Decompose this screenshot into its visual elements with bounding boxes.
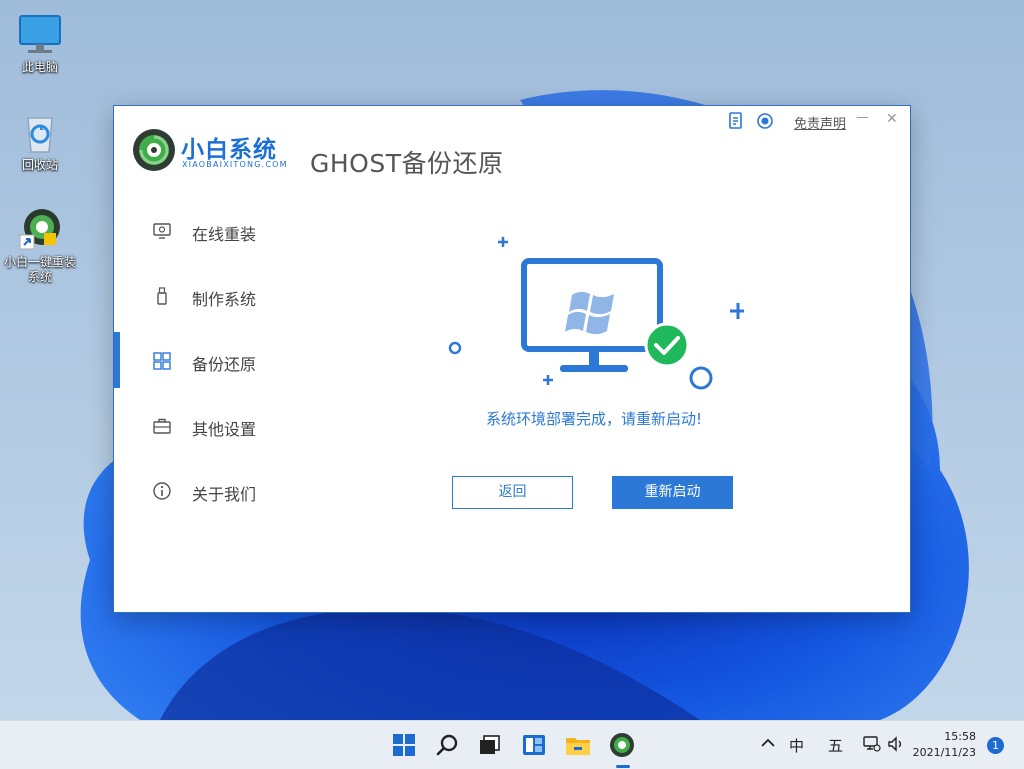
ime-input-mode-indicator[interactable]: 五 <box>828 735 843 756</box>
xiaobai-taskbar-button[interactable] <box>606 729 638 761</box>
desktop-icon-recycle-bin[interactable]: 回收站 <box>0 108 80 173</box>
ring-decoration <box>448 341 462 355</box>
plus-icon <box>730 303 744 319</box>
clock-date: 2021/11/23 <box>912 746 976 759</box>
volume-button[interactable] <box>886 734 906 754</box>
close-button[interactable]: ✕ <box>886 111 898 129</box>
widgets-button[interactable] <box>518 729 550 761</box>
search-icon <box>436 734 458 756</box>
support-icon[interactable] <box>756 112 774 130</box>
windows-start-icon <box>393 734 415 756</box>
grid-icon <box>152 351 172 371</box>
sidebar-item-label: 关于我们 <box>192 485 257 504</box>
desktop-icon-label: 此电脑 <box>21 60 58 74</box>
sidebar-item-about-us[interactable]: 关于我们 <box>114 462 314 518</box>
brand-logo-icon <box>132 128 176 172</box>
desktop-icon-this-pc[interactable]: 此电脑 <box>0 10 80 75</box>
app-window: 小白系统 XIAOBAIXITONG.COM GHOST备份还原 免责声明 — … <box>113 105 911 613</box>
plus-icon <box>543 375 553 385</box>
brand-name: 小白系统 <box>181 137 277 163</box>
briefcase-icon <box>152 416 172 436</box>
active-indicator <box>114 332 120 388</box>
titlebar-tools: 免责声明 — ✕ <box>710 106 910 134</box>
page-title: GHOST备份还原 <box>310 149 504 178</box>
feedback-icon[interactable] <box>728 112 744 130</box>
search-button[interactable] <box>432 729 464 761</box>
ime-language-indicator[interactable]: 中 <box>789 735 804 756</box>
system-clock[interactable]: 15:58 2021/11/23 <box>913 729 976 761</box>
back-button[interactable]: 返回 <box>452 476 573 509</box>
monitor-icon <box>16 10 64 58</box>
monitor-icon <box>152 221 172 241</box>
start-button[interactable] <box>388 729 420 761</box>
disclaimer-link[interactable]: 免责声明 <box>794 113 846 132</box>
xiaobai-app-icon <box>610 733 634 757</box>
sidebar-item-label: 制作系统 <box>192 290 257 309</box>
desktop-icon-label: 回收站 <box>21 158 58 172</box>
recycle-bin-icon <box>16 108 64 156</box>
check-circle-icon <box>644 322 690 368</box>
sidebar-item-make-system[interactable]: 制作系统 <box>114 267 314 323</box>
task-view-icon <box>480 735 500 754</box>
desktop-icon-label: 小白一键重装系统 <box>3 255 76 284</box>
sidebar-item-online-reinstall[interactable]: 在线重装 <box>114 202 314 258</box>
file-explorer-button[interactable] <box>562 729 594 761</box>
info-icon <box>152 481 172 501</box>
network-button[interactable] <box>862 734 882 754</box>
widgets-icon <box>523 735 545 755</box>
clock-time: 15:58 <box>944 730 976 743</box>
chevron-up-icon <box>761 738 775 747</box>
minimize-button[interactable]: — <box>856 110 869 128</box>
restart-button[interactable]: 重新启动 <box>612 476 733 509</box>
desktop-icon-xiaobai[interactable]: 小白一键重装系统 <box>0 205 80 285</box>
usb-drive-icon <box>152 286 172 306</box>
status-message: 系统环境部署完成，请重新启动! <box>485 410 702 428</box>
sidebar-item-label: 在线重装 <box>192 225 257 244</box>
show-hidden-icons-button[interactable] <box>758 733 778 753</box>
success-illustration <box>448 237 744 390</box>
ring-decoration <box>689 366 713 390</box>
task-view-button[interactable] <box>474 729 506 761</box>
sidebar-item-other-settings[interactable]: 其他设置 <box>114 397 314 453</box>
sidebar-item-label: 其他设置 <box>192 420 257 439</box>
brand-subtitle: XIAOBAIXITONG.COM <box>182 160 288 169</box>
xiaobai-app-icon <box>16 205 64 253</box>
network-icon <box>863 736 881 752</box>
sidebar-item-label: 备份还原 <box>192 355 257 374</box>
sidebar-item-backup-restore[interactable]: 备份还原 <box>114 332 314 388</box>
windows-logo-icon <box>565 291 614 335</box>
speaker-icon <box>888 736 902 752</box>
folder-icon <box>566 738 590 755</box>
notification-badge[interactable]: 1 <box>987 737 1004 754</box>
plus-icon <box>498 237 508 247</box>
taskbar: 中 五 15:58 2021/11/23 1 <box>0 720 1024 769</box>
